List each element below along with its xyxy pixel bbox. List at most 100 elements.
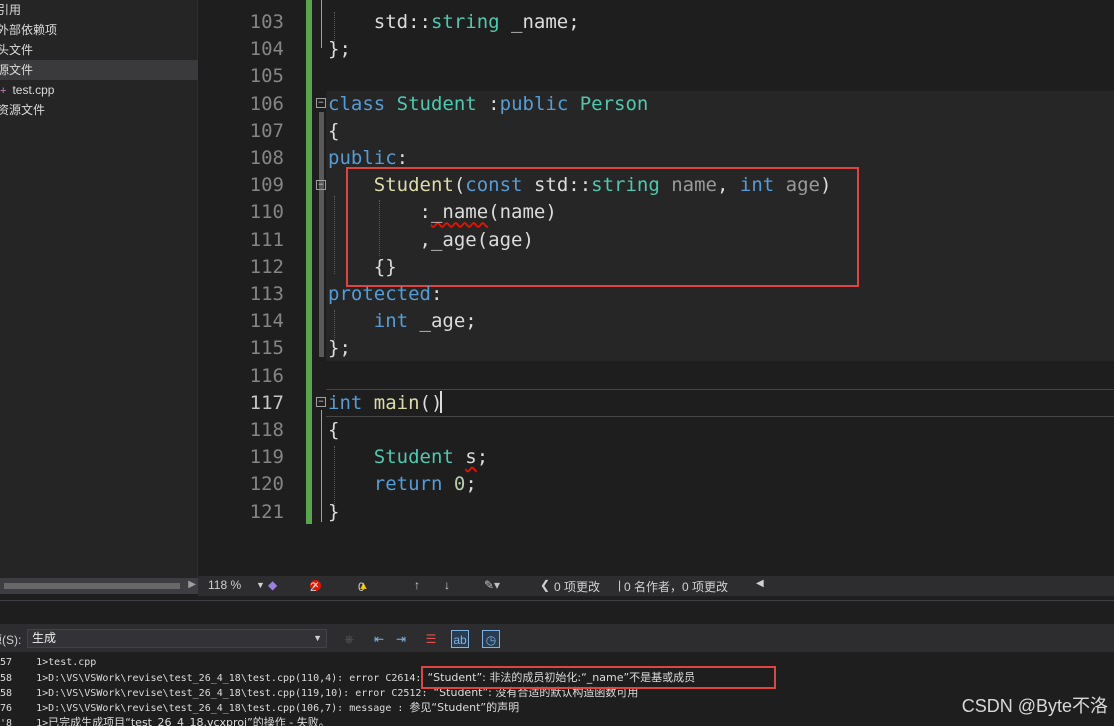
timestamp-icon[interactable]: ◷ bbox=[482, 630, 500, 648]
code-line[interactable]: :_name(name) bbox=[328, 199, 557, 226]
warning-count-value: 0 bbox=[358, 580, 365, 594]
code-line[interactable]: } bbox=[328, 499, 339, 526]
scroll-right-icon[interactable]: ▶ bbox=[188, 579, 196, 590]
code-token: int bbox=[739, 174, 775, 197]
code-line[interactable]: int _age; bbox=[328, 308, 477, 335]
output-source-label: 源(S): bbox=[0, 633, 22, 647]
nav-down-icon[interactable]: ↓ bbox=[444, 578, 450, 592]
code-token: 0 bbox=[453, 473, 466, 496]
output-line-text: 1>D:\VS\VSWork\revise\test_26_4_18\test.… bbox=[36, 688, 434, 699]
tree-item-label: 源文件 bbox=[0, 63, 34, 77]
output-line-prefix: '8 bbox=[0, 718, 37, 726]
authors-count[interactable]: 0 名作者，0 项更改 bbox=[624, 578, 728, 595]
code-token: : bbox=[430, 283, 443, 305]
code-token: Student bbox=[373, 174, 454, 197]
code-token: age bbox=[785, 174, 820, 197]
clear-all-icon[interactable]: ☰ bbox=[422, 630, 440, 648]
nav-up-icon[interactable]: ↑ bbox=[414, 578, 420, 592]
code-line[interactable]: }; bbox=[328, 335, 351, 362]
code-line[interactable]: int main() bbox=[328, 390, 442, 417]
current-line-highlight bbox=[326, 389, 1114, 417]
output-source-select[interactable]: 生成 ▼ bbox=[27, 629, 327, 648]
code-token: public bbox=[328, 147, 397, 169]
code-line[interactable]: return 0; bbox=[328, 471, 477, 498]
code-line[interactable]: public: bbox=[328, 145, 408, 172]
code-token: Student bbox=[373, 446, 454, 469]
code-line[interactable]: ,_age(age) bbox=[328, 227, 534, 254]
code-line[interactable]: Student(const std::string name, int age) bbox=[328, 172, 832, 199]
change-tracking-bar bbox=[306, 0, 312, 524]
tree-item-label: 资源文件 bbox=[0, 103, 46, 117]
tree-item-label: 引用 bbox=[0, 3, 22, 17]
scrollbar-thumb[interactable] bbox=[4, 583, 180, 589]
collapse-icon[interactable]: − bbox=[316, 98, 326, 108]
word-wrap-icon[interactable]: ab bbox=[451, 630, 469, 648]
output-line-message: 已完成生成项目“test_26_4_18.vcxproj”的操作 - 失败。 bbox=[48, 716, 330, 726]
health-icon[interactable]: ◆ bbox=[268, 578, 277, 592]
code-token: _name bbox=[430, 201, 489, 224]
line-number: 110 bbox=[249, 201, 284, 224]
scope-bar bbox=[319, 112, 324, 357]
prev-message-icon[interactable]: ⇤ bbox=[370, 630, 388, 648]
code-token: : bbox=[396, 147, 409, 169]
brush-icon[interactable]: ✎▾ bbox=[484, 578, 500, 592]
line-number: 109 bbox=[249, 174, 284, 197]
code-token: }; bbox=[328, 337, 351, 360]
line-number: 119 bbox=[249, 446, 284, 469]
solution-explorer-scrollbar[interactable]: ▶ bbox=[0, 578, 198, 594]
output-line[interactable]: '8 1>已完成生成项目“test_26_4_18.vcxproj”的操作 - … bbox=[0, 715, 330, 726]
code-line[interactable]: { bbox=[328, 417, 339, 444]
tree-item-label: test.cpp bbox=[12, 83, 55, 97]
code-token: }; bbox=[328, 38, 351, 61]
tree-item[interactable]: 外部依赖项 bbox=[0, 20, 198, 40]
output-line-text: 1>D:\VS\VSWork\revise\test_26_4_18\test.… bbox=[36, 703, 410, 714]
line-number: 120 bbox=[249, 473, 284, 496]
code-token: , bbox=[717, 174, 740, 197]
tree-item[interactable]: 资源文件 bbox=[0, 100, 198, 120]
scroll-left-icon[interactable]: ◀ bbox=[756, 578, 764, 589]
editor-status-bar: 118 % ▼ ◆ ✕ 2 ▲ 0 ↑ ↓ ✎▾ ❮ 0 项更改 | 0 名作者… bbox=[198, 576, 1114, 596]
output-line[interactable]: 57 1>test.cpp bbox=[0, 655, 96, 670]
code-line[interactable]: }; bbox=[328, 36, 351, 63]
code-line[interactable]: { bbox=[328, 118, 339, 145]
error-count-value: 2 bbox=[310, 580, 317, 594]
code-token: Student bbox=[396, 92, 477, 115]
changes-count[interactable]: 0 项更改 bbox=[554, 578, 600, 595]
watermark: CSDN @Byte不洛 bbox=[961, 696, 1108, 716]
output-line-prefix: 76 bbox=[0, 703, 37, 714]
changes-divider: | bbox=[618, 578, 622, 592]
collapse-icon[interactable]: − bbox=[316, 180, 326, 190]
zoom-level[interactable]: 118 % bbox=[208, 578, 241, 592]
tree-item[interactable]: + test.cpp bbox=[0, 80, 198, 100]
goto-source-icon[interactable]: ⎈ bbox=[340, 630, 358, 648]
output-line[interactable]: 76 1>D:\VS\VSWork\revise\test_26_4_18\te… bbox=[0, 700, 519, 715]
code-token: std:: bbox=[522, 174, 592, 197]
code-token: _name; bbox=[499, 11, 580, 33]
output-line-message: 参见“Student”的声明 bbox=[409, 701, 520, 714]
code-token: () bbox=[419, 391, 443, 414]
code-line[interactable]: {} bbox=[328, 254, 397, 281]
code-line[interactable]: class Student :public Person bbox=[328, 91, 648, 118]
collapse-icon[interactable]: − bbox=[316, 397, 326, 407]
tree-item[interactable]: 头文件 bbox=[0, 40, 198, 60]
tree-item[interactable]: 引用 bbox=[0, 0, 198, 20]
zoom-dropdown-icon[interactable]: ▼ bbox=[256, 580, 265, 590]
code-token: name bbox=[671, 174, 717, 197]
changes-left-icon[interactable]: ❮ bbox=[540, 578, 550, 592]
tree-item[interactable]: 源文件 bbox=[0, 60, 198, 80]
next-message-icon[interactable]: ⇥ bbox=[392, 630, 410, 648]
fold-guide bbox=[321, 410, 322, 522]
line-number: 118 bbox=[249, 419, 284, 441]
code-line[interactable]: std::string _name; bbox=[328, 9, 580, 36]
output-line-text: 1> bbox=[36, 718, 49, 726]
code-token: public bbox=[499, 92, 569, 115]
code-line[interactable]: protected: bbox=[328, 281, 442, 308]
tree-item-label: 外部依赖项 bbox=[0, 23, 58, 37]
code-line[interactable]: Student s; bbox=[328, 444, 488, 471]
